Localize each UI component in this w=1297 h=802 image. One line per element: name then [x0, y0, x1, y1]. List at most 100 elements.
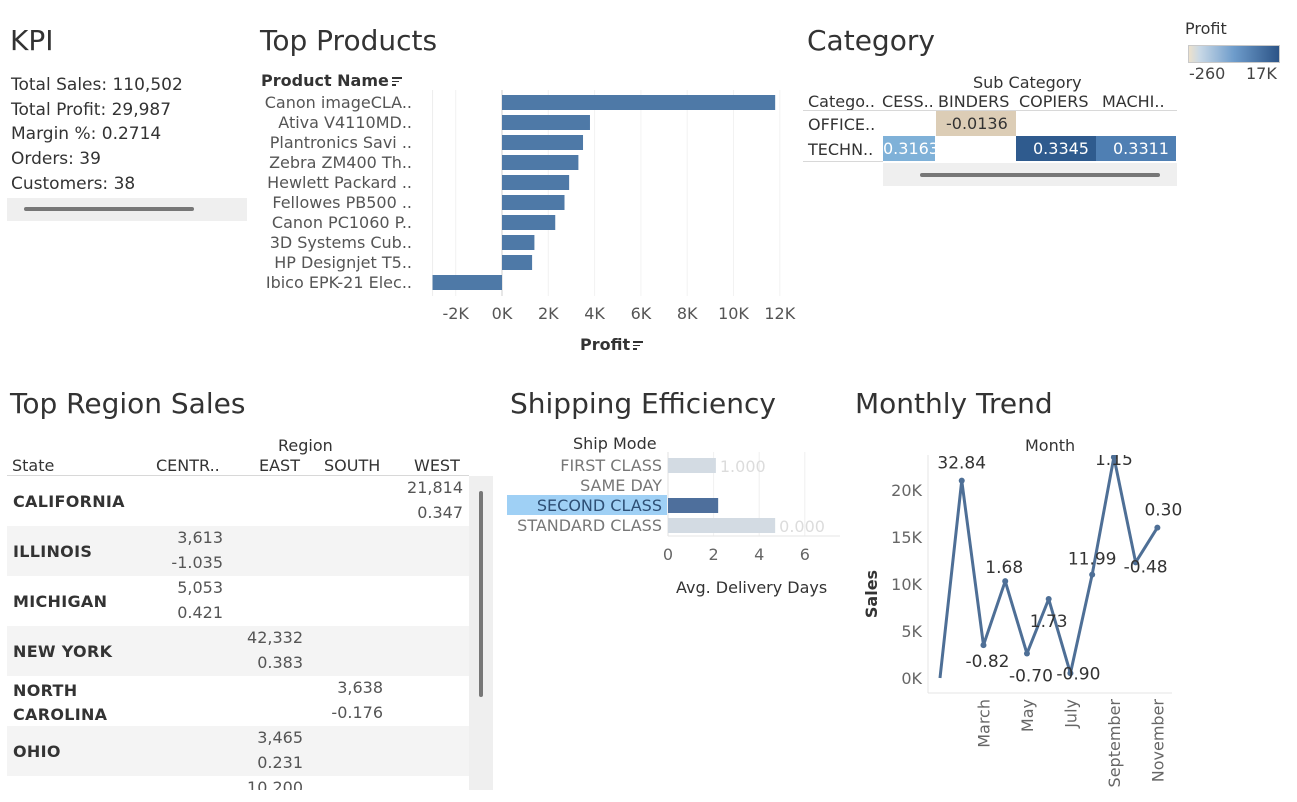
table-row[interactable]: CALIFORNIA 21,814 0.347	[7, 476, 469, 526]
category-title: Category	[807, 24, 935, 57]
product-bar	[502, 95, 776, 110]
ship-mode-header: Ship Mode	[573, 434, 657, 453]
kpi-customers: Customers: 38	[11, 173, 136, 194]
product-label: Zebra ZM400 Th..	[269, 153, 412, 172]
product-label: Hewlett Packard ..	[267, 173, 412, 192]
region-sales-value: 3,465	[257, 728, 303, 747]
month-tick: May	[1018, 699, 1037, 732]
region-sales-value: 10,200	[247, 778, 303, 790]
category-scrollbar[interactable]	[883, 163, 1177, 186]
region-col-east: EAST	[259, 456, 300, 475]
table-row[interactable]: PENNSYLVANIA10,200	[7, 776, 469, 790]
sales-tick: 0K	[901, 669, 922, 688]
region-group-header: Region	[278, 436, 333, 455]
region-margin-value: 0.347	[417, 503, 463, 522]
trend-point-label: -0.70	[1009, 667, 1053, 687]
product-name-header[interactable]: Product Name	[261, 71, 402, 90]
kpi-scrollbar[interactable]	[7, 198, 247, 221]
region-sales-value: 3,638	[337, 678, 383, 697]
month-tick: November	[1148, 699, 1167, 783]
profit-tick: 0K	[492, 304, 513, 323]
table-row[interactable]: OHIO 3,465 0.231	[7, 726, 469, 776]
state-name: ILLINOIS	[13, 542, 93, 561]
state-name: NORTH CAROLINA	[13, 681, 108, 724]
trend-point	[1089, 571, 1096, 578]
shipping-data-label: 1.000	[720, 457, 766, 476]
product-bar	[502, 255, 533, 270]
ship-mode-label: FIRST CLASS	[560, 456, 662, 475]
table-row[interactable]: NORTH CAROLINA 3,638 -0.176	[7, 676, 469, 726]
top-products-title: Top Products	[260, 24, 438, 57]
trend-point	[1154, 524, 1161, 531]
month-tick: March	[974, 699, 993, 748]
product-bar	[502, 175, 570, 190]
category-row-office: OFFICE..	[808, 115, 876, 134]
region-margin-value: 0.231	[257, 753, 303, 772]
product-label: HP Designjet T5..	[274, 253, 412, 272]
trend-point	[980, 642, 987, 649]
ship-mode-label: SAME DAY	[580, 476, 662, 495]
delivery-axis-title: Avg. Delivery Days	[676, 578, 828, 597]
profit-axis-title-label: Profit	[580, 335, 631, 354]
delivery-tick: 4	[754, 545, 764, 564]
shipping-data-label: 0.000	[779, 517, 825, 536]
product-name-header-label: Product Name	[261, 71, 389, 90]
category-row-header: Catego..	[808, 92, 875, 111]
monthly-title: Monthly Trend	[855, 387, 1053, 420]
state-name: NEW YORK	[13, 642, 113, 661]
product-label: Canon PC1060 P..	[272, 213, 412, 232]
category-scroll-thumb[interactable]	[920, 173, 1160, 177]
profit-legend-gradient	[1188, 45, 1280, 63]
sort-icon[interactable]	[633, 341, 644, 350]
heat-value-tech-copiers: 0.3345	[1033, 139, 1089, 158]
ship-mode-label: SECOND CLASS	[537, 496, 662, 515]
trend-point	[958, 477, 965, 484]
delivery-tick: 2	[709, 545, 719, 564]
region-col-west: WEST	[414, 456, 460, 475]
region-col-south: SOUTH	[324, 456, 381, 475]
kpi-scroll-thumb[interactable]	[24, 207, 194, 211]
product-label: Canon imageCLA..	[265, 93, 412, 112]
table-row[interactable]: ILLINOIS 3,613 -1.035	[7, 526, 469, 576]
trend-point-label: 1.15	[1095, 455, 1133, 470]
trend-point-label: -0.90	[1056, 664, 1100, 684]
table-row[interactable]: MICHIGAN 5,053 0.421	[7, 576, 469, 626]
sort-icon[interactable]	[391, 77, 402, 86]
profit-legend-title: Profit	[1185, 19, 1227, 38]
subcat-col-machines: MACHI..	[1102, 92, 1165, 111]
trend-point-label: 32.84	[937, 455, 986, 474]
month-tick: September	[1105, 699, 1124, 788]
heat-value-office-binders: -0.0136	[946, 114, 1008, 133]
region-scroll-thumb[interactable]	[479, 491, 483, 697]
profit-tick: 4K	[584, 304, 605, 323]
table-row[interactable]: NEW YORK 42,332 0.383	[7, 626, 469, 676]
monthly-chart: 0K 5K 10K 15K 20K Sales 32.84 -0.82 1.68 -0.70 1.7…	[862, 455, 1182, 788]
region-col-central: CENTR..	[156, 456, 220, 475]
profit-tick: 12K	[764, 304, 795, 323]
product-bar	[502, 195, 565, 210]
category-row-technology: TECHN..	[808, 140, 874, 159]
product-bar	[502, 135, 584, 150]
product-bar	[502, 115, 590, 130]
kpi-margin: Margin %: 0.2714	[11, 124, 162, 145]
product-label: Fellowes PB500 ..	[272, 193, 412, 212]
region-sales-value: 21,814	[407, 478, 463, 497]
kpi-title: KPI	[10, 24, 54, 57]
heat-value-tech-accessories: 0.3163	[883, 139, 935, 158]
region-scrollbar[interactable]	[469, 476, 493, 790]
product-bar	[432, 275, 502, 290]
profit-axis-title[interactable]: Profit	[580, 335, 644, 354]
shipping-chart: FIRST CLASS 1.000 SAME DAYSECOND CLASSSTAN…	[507, 452, 840, 564]
heat-cell-tech-accessories[interactable]: 0.3163	[883, 136, 935, 161]
kpi-orders: Orders: 39	[11, 149, 101, 170]
kpi-total-sales: Total Sales: 110,502	[11, 75, 183, 95]
trend-point-label: 11.99	[1068, 550, 1117, 570]
subcat-col-accessories: CESS..	[882, 92, 934, 111]
region-sales-value: 5,053	[177, 578, 223, 597]
month-header: Month	[1025, 436, 1076, 455]
profit-tick: 10K	[718, 304, 749, 323]
trend-point-label: 1.73	[1030, 612, 1068, 632]
ship-mode-label: STANDARD CLASS	[517, 516, 662, 535]
delivery-tick: 0	[663, 545, 673, 564]
profit-tick: 6K	[631, 304, 652, 323]
